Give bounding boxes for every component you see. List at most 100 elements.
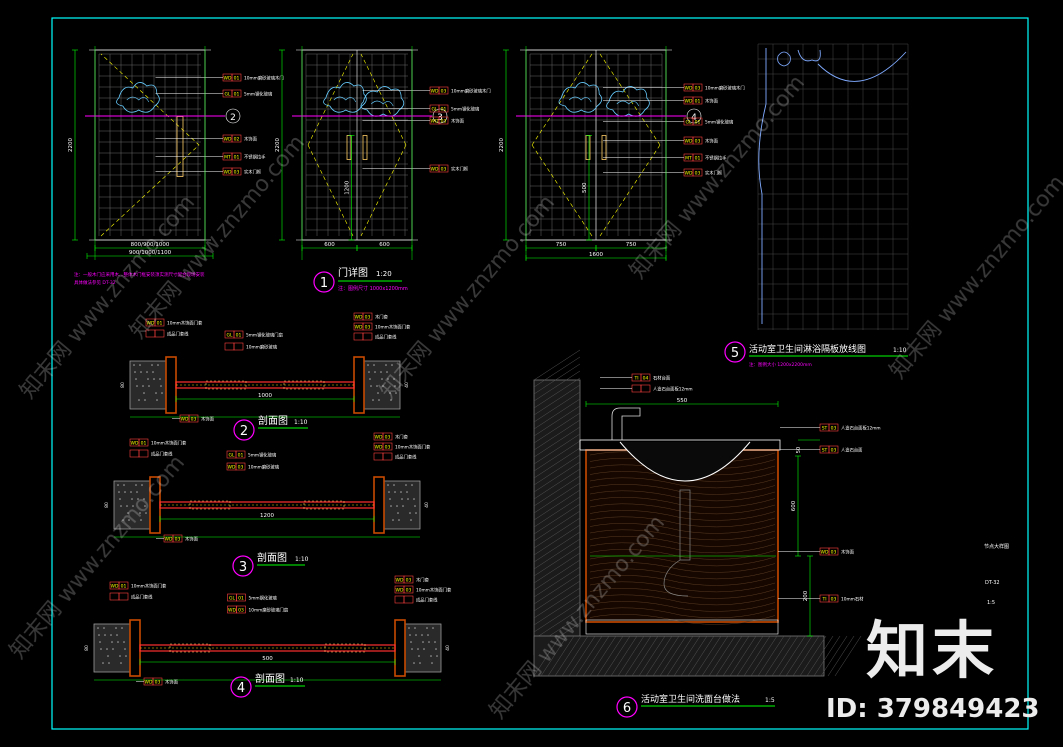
wall-hatch-dot: [111, 641, 113, 643]
title-number-1: 1: [320, 276, 328, 291]
wall-hatch-dot: [426, 627, 428, 629]
material-tag: WD 01 10mm木饰面门套: [109, 581, 167, 590]
tag-num-box: [233, 342, 244, 351]
dimension-vertical: 500: [582, 135, 592, 241]
wall-hatch-dot: [368, 371, 370, 373]
wall-hatch-dot: [402, 505, 404, 507]
tag-num-box: [138, 449, 149, 458]
material-tag: ST 03 人造石台面: [780, 445, 863, 454]
tag-code: WD: [131, 441, 139, 447]
wall-hatch-dot: [406, 491, 408, 493]
dimension-horizontal: 600: [356, 242, 413, 251]
wall-hatch-dot: [124, 491, 126, 493]
material-tag: TI 04 石材台面: [600, 373, 671, 382]
tag-code: WD: [224, 170, 232, 176]
tag-code-box: [109, 592, 120, 601]
tag-code: WD: [375, 435, 383, 441]
material-tag: WD 03 10mm磨砂玻璃门扇: [227, 605, 288, 614]
tag-code: GL: [225, 92, 231, 98]
wall-hatch-dot: [377, 392, 379, 394]
tag-code: WD: [685, 171, 693, 177]
wall-hatch-dot: [119, 655, 121, 657]
tag-description: 木饰面: [244, 136, 258, 143]
material-tag: MT 01 不锈钢拉手: [603, 153, 727, 162]
wall-hatch-dot: [421, 634, 423, 636]
tag-code: ST: [822, 448, 828, 454]
wall-hatch-dot: [400, 491, 402, 493]
wall-hatch-dot: [102, 662, 104, 664]
wall-hatch-dot: [397, 512, 399, 514]
wall-hatch-dot: [415, 634, 417, 636]
material-tag: 成品门套线: [373, 452, 417, 461]
tag-number: 01: [234, 76, 240, 82]
dimension-label: 750: [556, 242, 567, 248]
tag-number: 01: [234, 155, 240, 161]
dimension-horizontal: 750: [525, 242, 597, 251]
wall-hatch-dot: [157, 364, 159, 366]
carved-flower-motif: [360, 86, 405, 117]
tag-number: 03: [238, 465, 244, 471]
dimension-label: 50: [796, 447, 802, 453]
wall-hatch-dot: [374, 371, 376, 373]
dimension-label: 750: [626, 242, 637, 248]
wall-section: [404, 623, 442, 673]
wall-hatch-dot: [378, 399, 380, 401]
dimension-label: 500: [262, 656, 273, 662]
tag-code-box: [224, 342, 235, 351]
tag-description: 成品门套线: [395, 454, 417, 461]
wall-hatch-dot: [156, 399, 158, 401]
basin-side-note: 节点大样图: [984, 543, 1009, 550]
material-tag: WD 03 木饰面: [603, 136, 719, 145]
material-tag: WD 03 10mm木饰面门套: [373, 442, 431, 451]
dimension-label: 600: [379, 242, 390, 248]
title-scale-1: 1:20: [376, 270, 392, 278]
wall-hatch-dot: [391, 364, 393, 366]
wall-hatch-dot: [124, 648, 126, 650]
dimension-label: 500: [582, 182, 588, 193]
tag-number: 01: [141, 441, 147, 447]
tag-code: TI: [821, 597, 826, 603]
wall-hatch-dot: [407, 498, 409, 500]
dimension-vertical: 2200: [499, 49, 509, 241]
wall-hatch-dot: [401, 498, 403, 500]
tag-code: WD: [396, 588, 404, 594]
svg-text:1:5: 1:5: [765, 697, 775, 704]
tag-number: 01: [238, 596, 244, 602]
floor-hatch: [533, 635, 825, 677]
tag-description: 10mm木饰面门套: [375, 324, 411, 331]
wall-hatch-dot: [434, 641, 436, 643]
dimension-horizontal: 1000: [175, 393, 355, 402]
dimension-horizontal: 1200: [159, 513, 375, 522]
tag-number: 03: [695, 86, 701, 92]
tag-number: 03: [385, 445, 391, 451]
tag-description: 成品门套线: [131, 594, 153, 601]
flower-outline: [606, 86, 650, 117]
material-tag: 成品门套线: [109, 592, 153, 601]
wall-hatch-dot: [369, 378, 371, 380]
wall-hatch-dot: [430, 655, 432, 657]
title-note-1: 注：图例尺寸 1000x1200mm: [338, 285, 408, 292]
tag-description: 木门套: [416, 577, 430, 584]
svg-text:剖面图: 剖面图: [258, 414, 288, 427]
dimension-label: 80: [104, 502, 110, 508]
watermark-id: ID: 379849423: [826, 694, 1040, 724]
tag-code: WD: [228, 608, 236, 614]
wall-hatch-dot: [373, 364, 375, 366]
watermark-logo: 知末: [866, 614, 998, 687]
wall-hatch-dot: [389, 498, 391, 500]
wall-hatch-dot: [98, 634, 100, 636]
dimension-horizontal: 500: [139, 656, 396, 665]
wall-hatch-dot: [121, 627, 123, 629]
dimension-label: 40: [424, 502, 430, 508]
material-tag: WD 03 实木门框: [155, 167, 262, 176]
tag-number: 03: [191, 417, 197, 423]
wall-hatch-dot: [118, 491, 120, 493]
tag-num-box: [403, 595, 414, 604]
material-tag: WD 03 木门套: [353, 312, 389, 321]
flower-outline: [360, 86, 405, 117]
svg-text:1:10: 1:10: [290, 677, 304, 684]
elevation-title: 1 门详图 1:20 注：图例尺寸 1000x1200mm: [313, 266, 408, 293]
tag-code-box: [353, 332, 364, 341]
tag-code-box: [129, 449, 140, 458]
tag-code: WD: [355, 315, 363, 321]
